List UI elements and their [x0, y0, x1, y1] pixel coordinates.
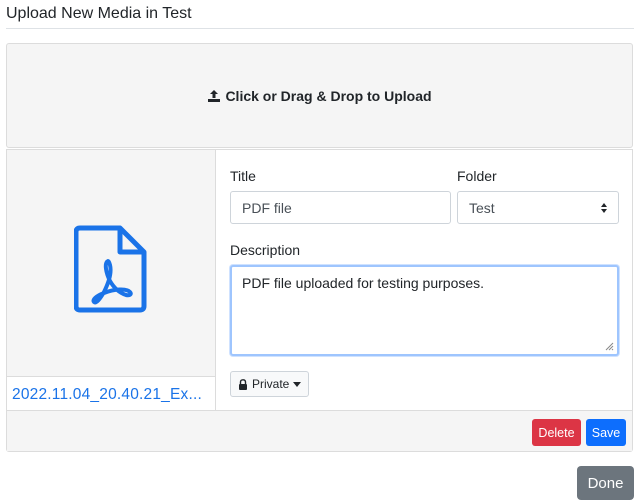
- media-card-footer: Delete Save: [7, 410, 632, 451]
- media-preview[interactable]: [7, 150, 215, 377]
- upload-dropzone[interactable]: Click or Drag & Drop to Upload: [6, 43, 633, 148]
- media-card: 2022.11.04_20.40.21_Ex... Title PDF file…: [6, 149, 633, 452]
- title-input-value: PDF file: [242, 200, 292, 216]
- pdf-file-icon: [74, 225, 147, 313]
- save-button[interactable]: Save: [586, 419, 626, 446]
- description-value: PDF file uploaded for testing purposes.: [242, 275, 485, 291]
- chevron-updown-icon: [601, 203, 607, 213]
- title-divider: [6, 28, 634, 29]
- media-thumbnail: 2022.11.04_20.40.21_Ex...: [7, 150, 216, 410]
- modal-title: Upload New Media in Test: [6, 5, 192, 22]
- done-button[interactable]: Done: [577, 466, 634, 500]
- caret-down-icon: [293, 381, 302, 387]
- resize-grip-icon[interactable]: [604, 341, 614, 351]
- delete-button[interactable]: Delete: [532, 419, 581, 446]
- title-label: Title: [230, 168, 256, 184]
- upload-icon: [208, 89, 221, 102]
- title-input[interactable]: PDF file: [230, 191, 451, 224]
- description-textarea[interactable]: PDF file uploaded for testing purposes.: [230, 265, 619, 356]
- folder-label: Folder: [457, 168, 497, 184]
- folder-select-value: Test: [469, 200, 495, 216]
- dropzone-label-group: Click or Drag & Drop to Upload: [207, 87, 432, 104]
- lock-icon: [239, 378, 247, 390]
- privacy-dropdown-button[interactable]: Private: [230, 371, 310, 397]
- dropzone-label: Click or Drag & Drop to Upload: [225, 87, 432, 104]
- privacy-label: Private: [252, 377, 290, 391]
- file-name-link[interactable]: 2022.11.04_20.40.21_Ex...: [12, 386, 212, 404]
- description-label: Description: [230, 242, 301, 258]
- folder-select[interactable]: Test: [457, 191, 619, 224]
